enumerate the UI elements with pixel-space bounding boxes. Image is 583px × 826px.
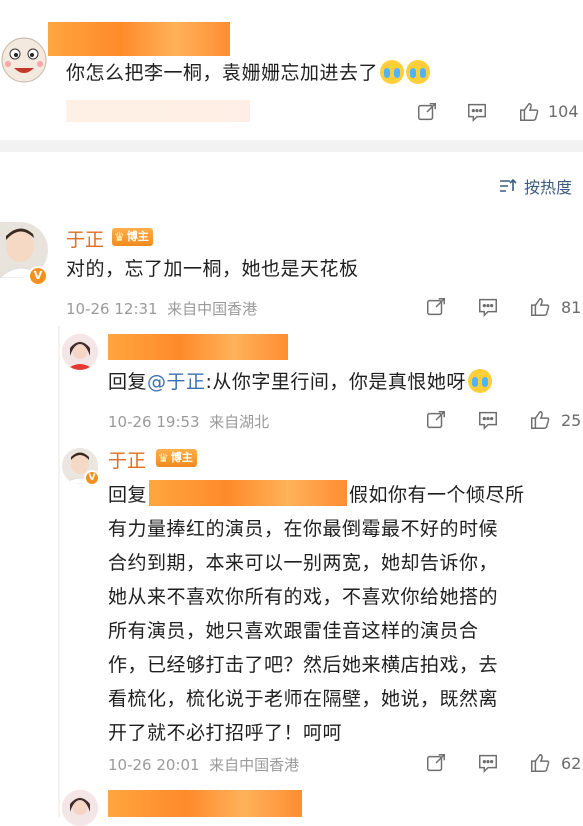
reply-text: 回复@于正:从你字里行间，你是真恨她呀 (108, 365, 492, 399)
redacted-mention (149, 480, 348, 506)
redacted-username (108, 334, 288, 360)
comment-meta: 10-26 12:31 来自中国香港 (66, 298, 257, 319)
comment-icon[interactable] (477, 296, 499, 318)
reply-text: 回复 假如你有一个倾尽所 有力量捧红的演员，在你最倒霉最不好的时候 合约到期，本来… (108, 478, 578, 750)
crown-icon: ♛ (114, 230, 125, 244)
reply-line: 作，已经够打击了吧？然后她来横店拍戏，去 (108, 654, 499, 676)
crying-emoji (380, 60, 405, 84)
sort-button[interactable]: 按热度 (498, 174, 572, 198)
redacted-username (48, 22, 230, 56)
location: 来自中国香港 (209, 756, 300, 774)
author-name[interactable]: 于正 (108, 446, 146, 473)
blogger-badge: ♛ 博主 (112, 228, 153, 246)
location: 来自中国香港 (167, 300, 258, 318)
reply-line: 合约到期，本来可以一别两宽，她却告诉你， (108, 552, 499, 574)
comment-icon[interactable] (477, 409, 499, 431)
reply-meta: 10-26 19:53 来自湖北 (108, 411, 269, 432)
reply-prefix: 回复 (108, 484, 148, 506)
author-name[interactable]: 于正 (66, 225, 104, 252)
like-count: 104 (548, 102, 579, 121)
reply-prefix: 回复 (108, 371, 148, 393)
like-icon[interactable] (518, 101, 540, 121)
location: 来自湖北 (209, 413, 270, 431)
like-icon[interactable] (529, 752, 551, 772)
timestamp: 10-26 12:31 (66, 300, 158, 318)
reply-line: 有力量捧红的演员，在你最倒霉最不好的时候 (108, 518, 499, 540)
sort-label: 按热度 (524, 178, 573, 197)
reply-line: 回复 假如你有一个倾尽所 (108, 478, 578, 512)
reply-meta: 10-26 20:01 来自中国香港 (108, 754, 299, 775)
like-count: 62 (561, 754, 582, 773)
like-count: 81 (561, 298, 582, 317)
mention-link[interactable]: @于正 (147, 371, 206, 393)
reply-line: 看梳化，梳化说于老师在隔壁，她说，既然离 (108, 688, 499, 710)
reply-body: :从你字里行间，你是真恨她呀 (205, 371, 466, 393)
redacted-meta (66, 100, 250, 122)
timestamp: 10-26 19:53 (108, 413, 200, 431)
redacted-username (108, 790, 302, 817)
sort-icon (500, 178, 517, 192)
comment-body: 你怎么把李一桐，袁姗姗忘加进去了 (66, 62, 379, 84)
like-icon[interactable] (529, 296, 551, 316)
share-icon[interactable] (425, 752, 447, 772)
section-divider (0, 140, 583, 152)
crown-icon: ♛ (158, 451, 169, 465)
verified-icon: V (84, 470, 100, 486)
teary-emoji (467, 369, 492, 393)
like-count: 25 (561, 411, 582, 430)
share-icon[interactable] (425, 296, 447, 316)
avatar[interactable] (62, 790, 98, 826)
avatar[interactable] (0, 30, 50, 86)
share-icon[interactable] (425, 409, 447, 429)
avatar[interactable] (62, 334, 98, 370)
reply-body: 假如你有一个倾尽所 (349, 484, 525, 506)
share-icon[interactable] (416, 101, 438, 121)
comment-icon[interactable] (477, 752, 499, 774)
timestamp: 10-26 20:01 (108, 756, 200, 774)
reply-line: 所有演员，她只喜欢跟雷佳音这样的演员合 (108, 620, 479, 642)
reply-line: 开了就不必打招呼了！呵呵 (108, 722, 343, 744)
verified-icon: V (28, 266, 48, 286)
comment-text: 你怎么把李一桐，袁姗姗忘加进去了 (66, 56, 431, 90)
comment-text: 对的，忘了加一桐，她也是天花板 (66, 258, 359, 280)
like-icon[interactable] (529, 409, 551, 429)
comment-icon[interactable] (466, 101, 488, 123)
reply-line: 她从来不喜欢你所有的戏，不喜欢你给她搭的 (108, 586, 499, 608)
blogger-badge: ♛ 博主 (156, 449, 197, 467)
crying-emoji (406, 60, 431, 84)
